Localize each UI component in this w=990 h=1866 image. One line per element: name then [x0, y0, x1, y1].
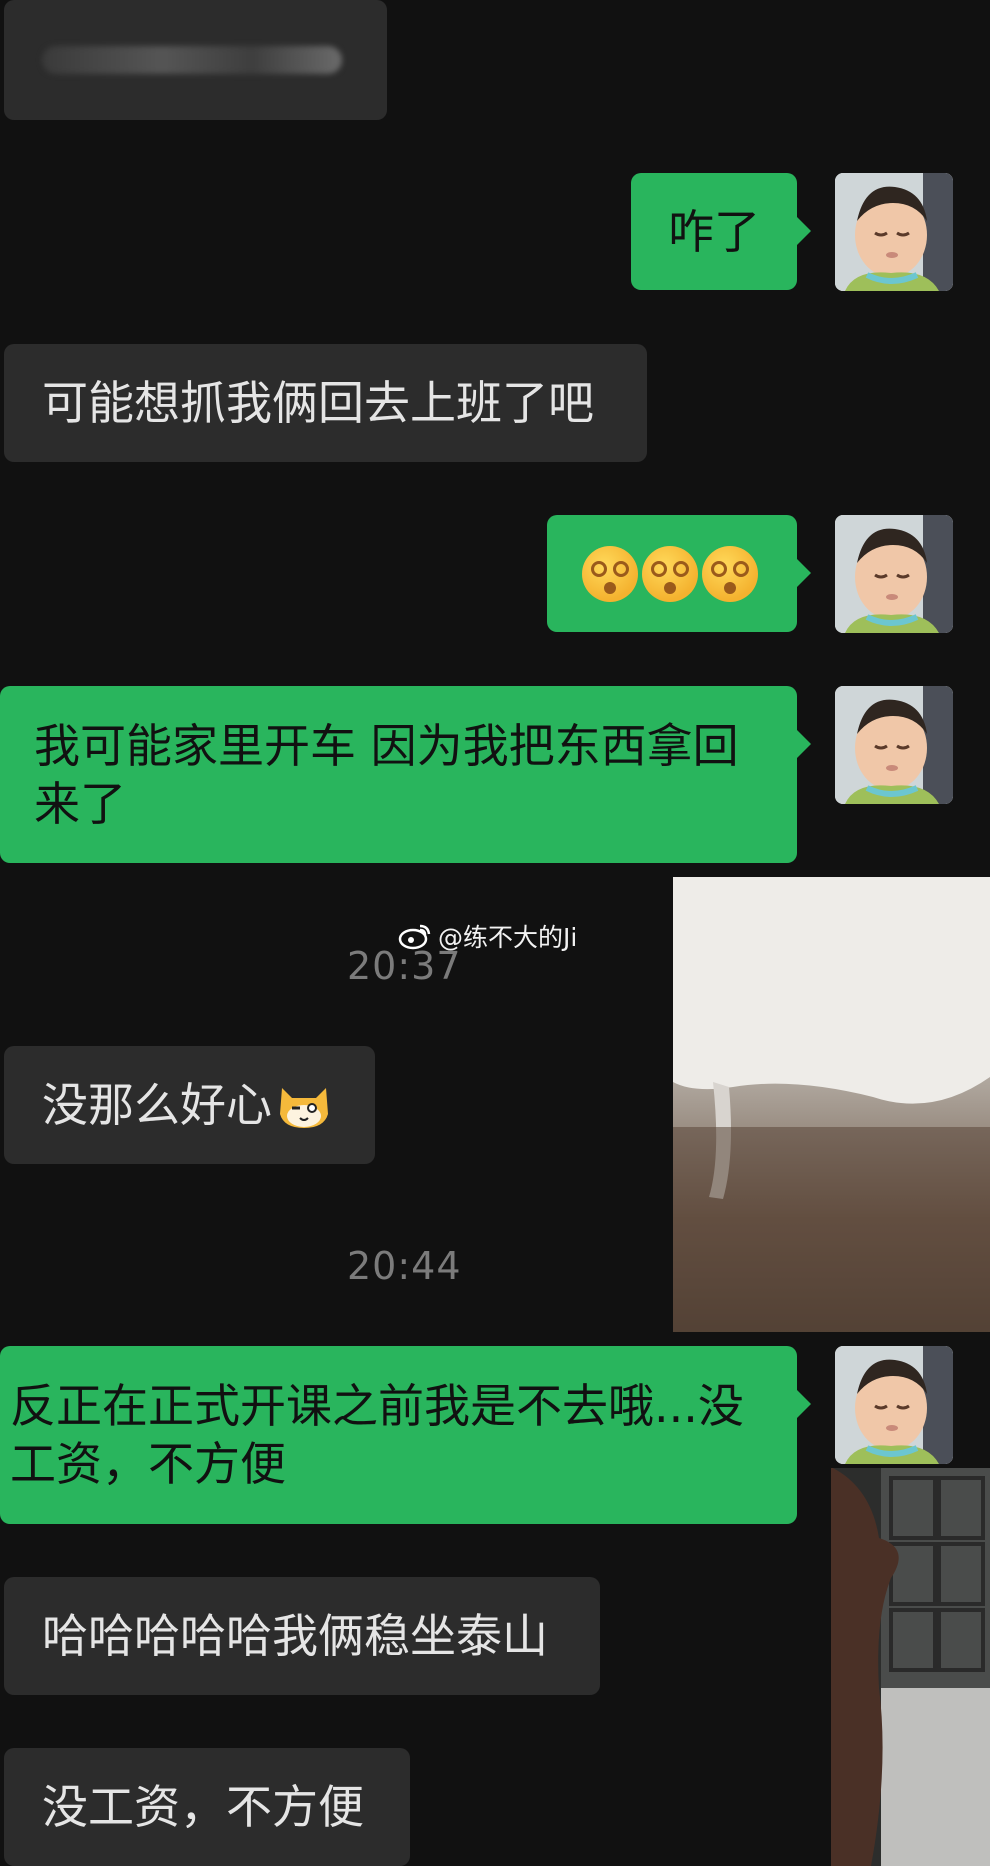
timestamp: 20:44 [347, 1244, 462, 1288]
message-text: 我可能家里开车 因为我把东西拿回来了 [34, 718, 739, 831]
my-avatar[interactable] [835, 515, 953, 633]
dizzy-face-emoji [582, 545, 638, 602]
my-avatar[interactable] [835, 1346, 953, 1464]
message-text: 没工资，不方便 [42, 1780, 364, 1834]
avatar-image [835, 1346, 953, 1464]
outgoing-message[interactable]: 反正在正式开课之前我是不去哦...没工资，不方便 [0, 1346, 811, 1524]
incoming-message[interactable]: 可能想抓我俩回去上班了吧 [4, 344, 647, 462]
message-text: 反正在正式开课之前我是不去哦...没工资，不方便 [10, 1379, 744, 1491]
dizzy-face-emoji [642, 545, 698, 602]
message-text: 没那么好心 [42, 1078, 272, 1132]
overlay-photo-figure [831, 1468, 990, 1866]
cat-face-emoji [276, 1080, 332, 1130]
my-avatar[interactable] [835, 173, 953, 291]
avatar-image [835, 173, 953, 291]
message-text: 可能想抓我俩回去上班了吧 [42, 376, 594, 430]
outgoing-message[interactable]: 我可能家里开车 因为我把东西拿回来了 [0, 686, 811, 863]
message-text: 咋了 [668, 204, 760, 259]
dizzy-face-emoji [702, 545, 758, 602]
message-text: 哈哈哈哈哈我俩稳坐泰山 [42, 1609, 548, 1663]
chat-screen: 咋了 可能想抓我俩回去上班了吧 我可能家里开车 因为我把东西拿回来了 @练不大的… [0, 0, 990, 1866]
blurred-text [42, 46, 342, 74]
avatar-image [835, 686, 953, 804]
incoming-message[interactable]: 没工资，不方便 [4, 1748, 410, 1866]
incoming-message[interactable]: 哈哈哈哈哈我俩稳坐泰山 [4, 1577, 600, 1695]
incoming-message[interactable]: 没那么好心 [4, 1046, 375, 1164]
photo-image [831, 1468, 990, 1866]
outgoing-emoji-message[interactable] [547, 515, 811, 632]
incoming-message-blurred[interactable] [4, 0, 387, 120]
outgoing-message[interactable]: 咋了 [631, 173, 811, 290]
avatar-image [835, 515, 953, 633]
timestamp: 20:37 [347, 944, 462, 988]
photo-image [673, 877, 990, 1332]
overlay-photo-sheet [673, 877, 990, 1332]
my-avatar[interactable] [835, 686, 953, 804]
